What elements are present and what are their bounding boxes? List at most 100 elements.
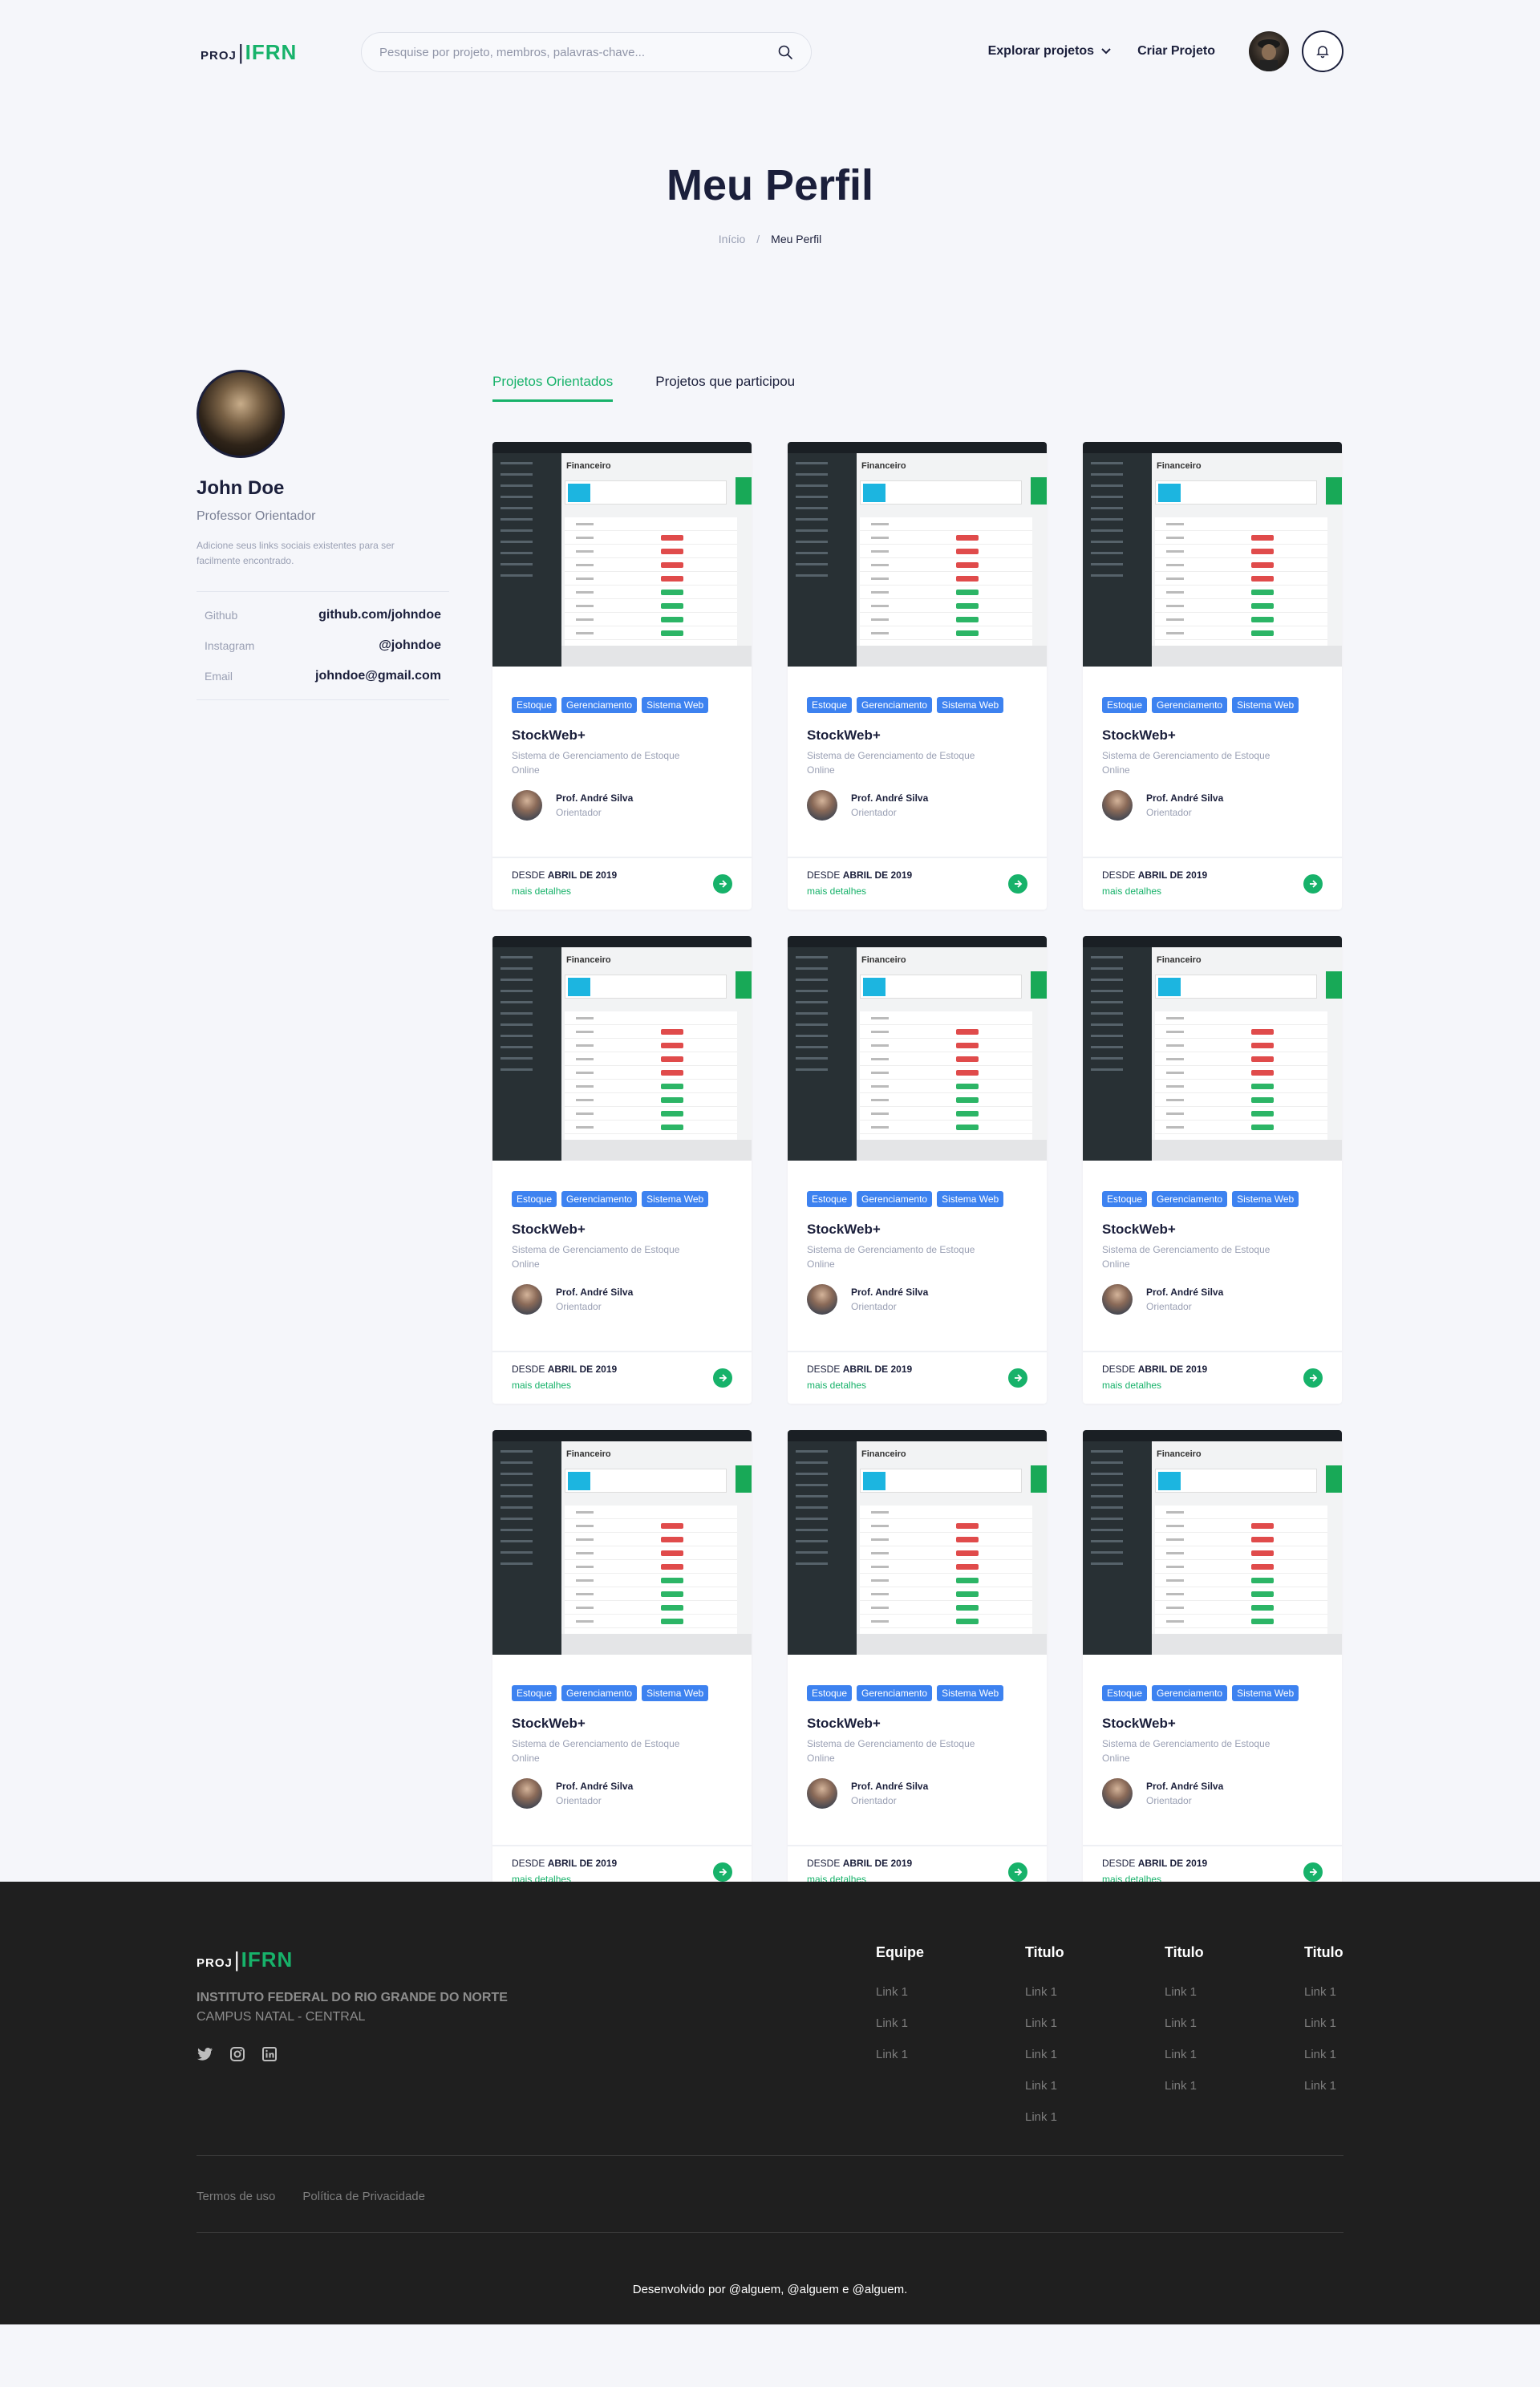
- tag-estoque[interactable]: Estoque: [512, 1191, 557, 1207]
- tag-estoque[interactable]: Estoque: [512, 1685, 557, 1701]
- project-card[interactable]: Financeiro Estoque Gerenciamento Sistema…: [1083, 442, 1342, 910]
- project-since: DESDE ABRIL DE 2019: [1102, 1364, 1323, 1375]
- tab-participated-projects[interactable]: Projetos que participou: [655, 374, 795, 402]
- tag-gerenciamento[interactable]: Gerenciamento: [1152, 1191, 1228, 1207]
- footer-link[interactable]: Link 1: [876, 1985, 924, 1999]
- footer-link[interactable]: Link 1: [1025, 2048, 1064, 2061]
- tag-estoque[interactable]: Estoque: [512, 697, 557, 713]
- social-link-github[interactable]: Github github.com/johndoe: [197, 600, 449, 630]
- twitter-icon[interactable]: [197, 2045, 214, 2063]
- tag-sistema-web[interactable]: Sistema Web: [937, 1191, 1004, 1207]
- privacy-link[interactable]: Política de Privacidade: [302, 2190, 425, 2203]
- card-arrow-button[interactable]: [1303, 1862, 1323, 1882]
- tag-gerenciamento[interactable]: Gerenciamento: [561, 697, 638, 713]
- tag-gerenciamento[interactable]: Gerenciamento: [561, 1191, 638, 1207]
- social-link-value[interactable]: github.com/johndoe: [318, 608, 441, 622]
- footer-link[interactable]: Link 1: [1025, 2016, 1064, 2030]
- tag-gerenciamento[interactable]: Gerenciamento: [1152, 697, 1228, 713]
- terms-link[interactable]: Termos de uso: [197, 2190, 275, 2203]
- project-card[interactable]: Financeiro Estoque Gerenciamento Sistema…: [1083, 1430, 1342, 1898]
- tag-gerenciamento[interactable]: Gerenciamento: [857, 1685, 933, 1701]
- card-arrow-button[interactable]: [1303, 1368, 1323, 1388]
- tag-estoque[interactable]: Estoque: [807, 697, 853, 713]
- social-link-value[interactable]: johndoe@gmail.com: [315, 669, 441, 683]
- tag-estoque[interactable]: Estoque: [1102, 697, 1148, 713]
- footer-link[interactable]: Link 1: [1165, 2048, 1204, 2061]
- card-arrow-button[interactable]: [713, 1368, 732, 1388]
- project-tags: Estoque Gerenciamento Sistema Web: [788, 1161, 1028, 1207]
- tag-sistema-web[interactable]: Sistema Web: [642, 697, 709, 713]
- card-arrow-button[interactable]: [713, 874, 732, 894]
- social-link-email[interactable]: Email johndoe@gmail.com: [197, 661, 449, 691]
- project-card[interactable]: Financeiro Estoque Gerenciamento Sistema…: [788, 936, 1047, 1404]
- project-card[interactable]: Financeiro Estoque Gerenciamento Sistema…: [788, 442, 1047, 910]
- tag-gerenciamento[interactable]: Gerenciamento: [1152, 1685, 1228, 1701]
- footer-link[interactable]: Link 1: [1165, 1985, 1204, 1999]
- project-card[interactable]: Financeiro Estoque Gerenciamento Sistema…: [492, 1430, 752, 1898]
- since-prefix: DESDE: [807, 1858, 841, 1869]
- tag-sistema-web[interactable]: Sistema Web: [1232, 1685, 1299, 1701]
- tag-sistema-web[interactable]: Sistema Web: [937, 697, 1004, 713]
- footer-link[interactable]: Link 1: [1304, 1985, 1343, 1999]
- logo[interactable]: PROJ | IFRN: [201, 40, 297, 65]
- footer-link[interactable]: Link 1: [1165, 2016, 1204, 2030]
- footer-link[interactable]: Link 1: [1304, 2048, 1343, 2061]
- site-footer: PROJ | IFRN INSTITUTO FEDERAL DO RIO GRA…: [0, 1882, 1540, 2324]
- social-link-instagram[interactable]: Instagram @johndoe: [197, 630, 449, 661]
- profile-avatar: [197, 370, 285, 458]
- more-details-link[interactable]: mais detalhes: [807, 886, 1027, 897]
- author-avatar: [512, 790, 542, 821]
- tag-sistema-web[interactable]: Sistema Web: [937, 1685, 1004, 1701]
- search-input[interactable]: [379, 45, 777, 59]
- tag-gerenciamento[interactable]: Gerenciamento: [561, 1685, 638, 1701]
- breadcrumb: Início / Meu Perfil: [0, 233, 1540, 245]
- linkedin-icon[interactable]: [261, 2045, 278, 2063]
- footer-link[interactable]: Link 1: [1025, 1985, 1064, 1999]
- tag-estoque[interactable]: Estoque: [807, 1191, 853, 1207]
- tag-estoque[interactable]: Estoque: [1102, 1191, 1148, 1207]
- tag-sistema-web[interactable]: Sistema Web: [642, 1685, 709, 1701]
- search-icon[interactable]: [777, 44, 793, 60]
- card-arrow-button[interactable]: [1008, 874, 1027, 894]
- notifications-button[interactable]: [1302, 30, 1343, 72]
- tab-guided-projects[interactable]: Projetos Orientados: [492, 374, 614, 402]
- explore-projects-menu[interactable]: Explorar projetos: [988, 44, 1112, 59]
- footer-link[interactable]: Link 1: [876, 2048, 924, 2061]
- more-details-link[interactable]: mais detalhes: [1102, 886, 1323, 897]
- tag-sistema-web[interactable]: Sistema Web: [1232, 697, 1299, 713]
- top-header: PROJ | IFRN Explorar projetos Criar Proj…: [0, 0, 1540, 104]
- card-arrow-button[interactable]: [1008, 1368, 1027, 1388]
- explore-projects-label: Explorar projetos: [987, 44, 1095, 58]
- card-arrow-button[interactable]: [713, 1862, 732, 1882]
- more-details-link[interactable]: mais detalhes: [512, 886, 732, 897]
- card-arrow-button[interactable]: [1008, 1862, 1027, 1882]
- footer-link[interactable]: Link 1: [1025, 2079, 1064, 2093]
- footer-link[interactable]: Link 1: [1025, 2110, 1064, 2124]
- project-card[interactable]: Financeiro Estoque Gerenciamento Sistema…: [492, 442, 752, 910]
- tag-sistema-web[interactable]: Sistema Web: [1232, 1191, 1299, 1207]
- instagram-icon[interactable]: [229, 2045, 246, 2063]
- user-avatar[interactable]: [1249, 31, 1289, 71]
- tag-estoque[interactable]: Estoque: [1102, 1685, 1148, 1701]
- tag-sistema-web[interactable]: Sistema Web: [642, 1191, 709, 1207]
- footer-link[interactable]: Link 1: [1304, 2079, 1343, 2093]
- project-card[interactable]: Financeiro Estoque Gerenciamento Sistema…: [1083, 936, 1342, 1404]
- footer-link[interactable]: Link 1: [1165, 2079, 1204, 2093]
- tag-gerenciamento[interactable]: Gerenciamento: [857, 697, 933, 713]
- footer-logo[interactable]: PROJ | IFRN: [197, 1947, 293, 1972]
- card-arrow-button[interactable]: [1303, 874, 1323, 894]
- more-details-link[interactable]: mais detalhes: [807, 1380, 1027, 1391]
- breadcrumb-home[interactable]: Início: [719, 233, 745, 245]
- project-author: Prof. André Silva Orientador: [788, 1271, 1047, 1315]
- project-card[interactable]: Financeiro Estoque Gerenciamento Sistema…: [788, 1430, 1047, 1898]
- tag-gerenciamento[interactable]: Gerenciamento: [857, 1191, 933, 1207]
- social-link-value[interactable]: @johndoe: [379, 638, 441, 653]
- footer-link[interactable]: Link 1: [1304, 2016, 1343, 2030]
- more-details-link[interactable]: mais detalhes: [512, 1380, 732, 1391]
- footer-logo-separator: |: [233, 1947, 240, 1972]
- create-project-link[interactable]: Criar Projeto: [1137, 44, 1215, 59]
- footer-link[interactable]: Link 1: [876, 2016, 924, 2030]
- project-card[interactable]: Financeiro Estoque Gerenciamento Sistema…: [492, 936, 752, 1404]
- tag-estoque[interactable]: Estoque: [807, 1685, 853, 1701]
- more-details-link[interactable]: mais detalhes: [1102, 1380, 1323, 1391]
